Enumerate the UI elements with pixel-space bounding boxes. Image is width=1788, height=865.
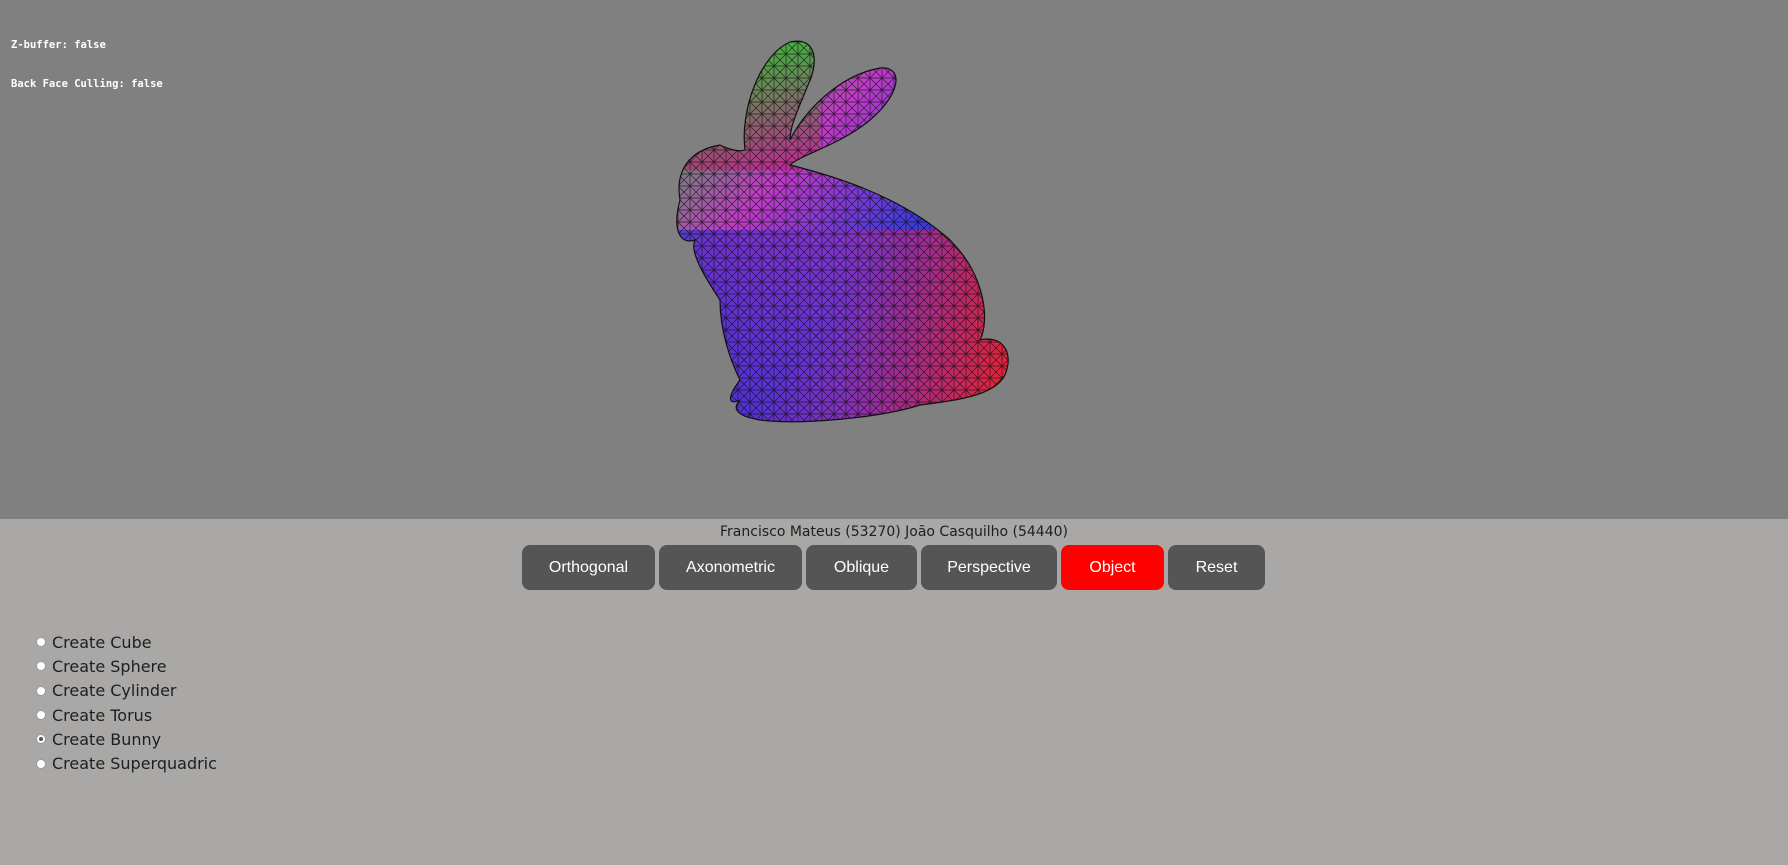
orthogonal-button[interactable]: Orthogonal: [522, 545, 655, 590]
zbuffer-status: Z-buffer: false: [11, 39, 106, 51]
create-torus-label[interactable]: Create Torus: [52, 706, 152, 725]
culling-status: Back Face Culling: false: [11, 78, 163, 90]
create-torus-option[interactable]: Create Torus: [36, 703, 217, 727]
create-sphere-radio[interactable]: [36, 661, 46, 672]
create-sphere-label[interactable]: Create Sphere: [52, 657, 167, 676]
render-status-overlay: Z-buffer: false Back Face Culling: false: [11, 13, 163, 117]
create-cube-radio[interactable]: [36, 637, 46, 648]
create-superquadric-label[interactable]: Create Superquadric: [52, 754, 217, 773]
create-shape-radio-group: Create Cube Create Sphere Create Cylinde…: [36, 630, 217, 776]
axonometric-button[interactable]: Axonometric: [659, 545, 802, 590]
create-cylinder-radio[interactable]: [36, 685, 46, 696]
bunny-wireframe-model: [676, 40, 1009, 423]
projection-toolbar: Orthogonal Axonometric Oblique Perspecti…: [522, 545, 1265, 590]
oblique-button[interactable]: Oblique: [806, 545, 917, 590]
authors-credit: Francisco Mateus (53270) João Casquilho …: [720, 524, 1068, 540]
create-bunny-radio[interactable]: [36, 734, 46, 745]
object-button[interactable]: Object: [1061, 545, 1164, 590]
create-cube-label[interactable]: Create Cube: [52, 633, 152, 652]
create-superquadric-option[interactable]: Create Superquadric: [36, 751, 217, 775]
create-cylinder-option[interactable]: Create Cylinder: [36, 679, 217, 703]
create-cylinder-label[interactable]: Create Cylinder: [52, 681, 177, 700]
create-torus-radio[interactable]: [36, 710, 46, 721]
radio-selected-dot: [39, 737, 43, 742]
create-superquadric-radio[interactable]: [36, 758, 46, 769]
render-canvas[interactable]: Z-buffer: false Back Face Culling: false: [0, 0, 1788, 519]
perspective-button[interactable]: Perspective: [921, 545, 1057, 590]
create-cube-option[interactable]: Create Cube: [36, 630, 217, 654]
create-sphere-option[interactable]: Create Sphere: [36, 654, 217, 678]
reset-button[interactable]: Reset: [1168, 545, 1265, 590]
create-bunny-option[interactable]: Create Bunny: [36, 727, 217, 751]
create-bunny-label[interactable]: Create Bunny: [52, 730, 161, 749]
